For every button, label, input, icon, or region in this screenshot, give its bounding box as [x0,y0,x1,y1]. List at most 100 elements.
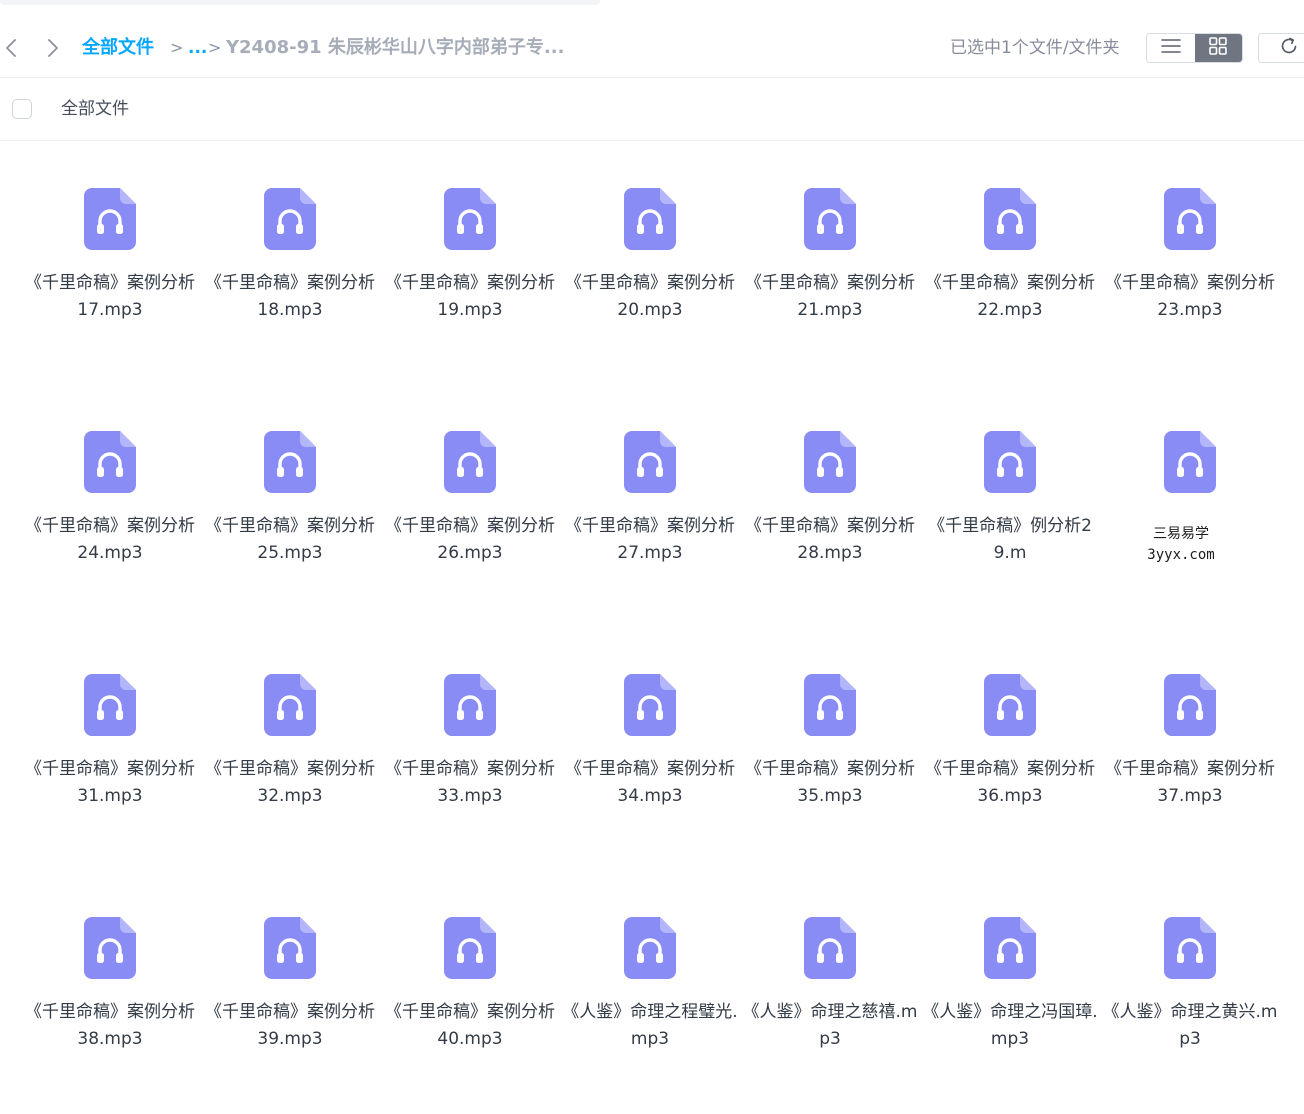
breadcrumb-current: Y2408-91 朱辰彬华山八字内部弟子专... [226,37,565,58]
audio-file-icon [624,674,676,736]
file-name: 《千里命稿》案例分析26.mp3 [385,516,555,563]
file-tile[interactable]: 《千里命稿》例分析29.m [920,385,1100,628]
audio-file-icon [984,431,1036,493]
file-tile[interactable]: 《人鉴》命理之慈禧.mp3 [740,871,920,1114]
file-tile[interactable]: 《千里命稿》案例分析24.mp3 [20,385,200,628]
list-view-icon [1160,38,1181,58]
audio-file-icon [984,917,1036,979]
file-name: 《千里命稿》案例分析39.mp3 [205,1002,375,1049]
file-tile[interactable]: 《千里命稿》案例分析37.mp3 [1100,628,1280,871]
file-tile[interactable]: 《千里命稿》案例分析39.mp3 [200,871,380,1114]
audio-file-icon [1164,917,1216,979]
file-tile[interactable]: 《千里命稿》案例分析18.mp3 [200,142,380,385]
file-tile[interactable]: 《千里命稿》案例分析32.mp3 [200,628,380,871]
back-button[interactable] [2,36,20,60]
file-grid: 《千里命稿》案例分析17.mp3 《千里命稿》案例分析18.mp3 《千里命稿》案例… [20,142,1304,1084]
file-name: 《千里命稿》案例分析35.mp3 [745,759,915,806]
audio-file-icon [444,917,496,979]
select-all-checkbox[interactable] [12,99,32,119]
grid-view-button[interactable] [1194,34,1242,62]
file-tile[interactable]: 《人鉴》命理之黄兴.mp3 [1100,871,1280,1114]
file-tile[interactable]: 《千里命稿》案例分析25.mp3 [200,385,380,628]
list-view-button[interactable] [1147,34,1195,62]
file-tile[interactable]: 《千里命稿》案例分析26.mp3 [380,385,560,628]
view-mode-toggle [1146,33,1243,63]
file-tile[interactable]: 《千里命稿》案例分析20.mp3 [560,142,740,385]
top-toolbar: 全部文件 > ... > Y2408-91 朱辰彬华山八字内部弟子专... 已选… [0,0,1304,78]
file-name: 《千里命稿》案例分析27.mp3 [565,516,735,563]
file-tile[interactable]: 《千里命稿》案例分析19.mp3 [380,142,560,385]
file-tile[interactable]: 《千里命稿》案例分析40.mp3 [380,871,560,1114]
file-tile[interactable]: 《千里命稿》案例分析17.mp3 [20,142,200,385]
file-tile[interactable]: 《千里命稿》案例分析22.mp3 [920,142,1100,385]
file-tile[interactable]: 《千里命稿》案例分析33.mp3 [380,628,560,871]
file-name: 《千里命稿》案例分析31.mp3 [25,759,195,806]
audio-file-icon [264,674,316,736]
file-name: 《人鉴》命理之冯国璋.mp3 [922,1002,1098,1049]
watermark-line: 3yyx.com [1147,547,1215,563]
file-name: 《千里命稿》案例分析37.mp3 [1105,759,1275,806]
file-name: 《人鉴》命理之黄兴.mp3 [1102,1002,1278,1049]
file-name: 《千里命稿》案例分析33.mp3 [385,759,555,806]
chevron-left-icon [5,38,17,58]
breadcrumb-separator: > [208,38,222,57]
watermark-line: 三易易学 [1153,526,1209,542]
audio-file-icon [804,188,856,250]
file-tile[interactable]: 《千里命稿》案例分析34.mp3 [560,628,740,871]
file-tile[interactable]: 《千里命稿》案例分析36.mp3 [920,628,1100,871]
audio-file-icon [444,431,496,493]
audio-file-icon [624,431,676,493]
audio-file-icon [444,674,496,736]
file-tile[interactable] [1100,385,1280,628]
audio-file-icon [804,917,856,979]
file-list-header: 全部文件 [0,79,1304,141]
file-tile[interactable]: 《千里命稿》案例分析27.mp3 [560,385,740,628]
file-tile[interactable]: 《千里命稿》案例分析38.mp3 [20,871,200,1114]
audio-file-icon [984,188,1036,250]
file-name: 《千里命稿》案例分析20.mp3 [565,273,735,320]
audio-file-icon [444,188,496,250]
file-name: 《人鉴》命理之慈禧.mp3 [742,1002,918,1049]
file-name: 《千里命稿》案例分析17.mp3 [25,273,195,320]
refresh-icon [1279,36,1299,60]
audio-file-icon [624,917,676,979]
audio-file-icon [984,674,1036,736]
file-name: 《千里命稿》案例分析32.mp3 [205,759,375,806]
file-tile[interactable]: 《人鉴》命理之程璧光.mp3 [560,871,740,1114]
top-tab-strip [0,0,600,5]
grid-view-icon [1209,37,1228,59]
file-tile[interactable]: 《千里命稿》案例分析35.mp3 [740,628,920,871]
forward-button[interactable] [44,36,62,60]
file-name: 《千里命稿》案例分析34.mp3 [565,759,735,806]
file-tile[interactable]: 《千里命稿》案例分析28.mp3 [740,385,920,628]
audio-file-icon [264,188,316,250]
file-name: 《千里命稿》案例分析40.mp3 [385,1002,555,1049]
file-tile[interactable]: 《千里命稿》案例分析23.mp3 [1100,142,1280,385]
audio-file-icon [1164,431,1216,493]
file-name: 《千里命稿》案例分析19.mp3 [385,273,555,320]
audio-file-icon [264,917,316,979]
file-name: 《千里命稿》案例分析36.mp3 [925,759,1095,806]
file-name: 《千里命稿》案例分析18.mp3 [205,273,375,320]
file-name: 《人鉴》命理之程璧光.mp3 [562,1002,738,1049]
refresh-button[interactable] [1258,33,1304,63]
file-name: 《千里命稿》例分析29.m [928,516,1092,563]
audio-file-icon [1164,188,1216,250]
audio-file-icon [84,917,136,979]
file-name: 《千里命稿》案例分析28.mp3 [745,516,915,563]
file-tile[interactable]: 《千里命稿》案例分析21.mp3 [740,142,920,385]
file-tile[interactable]: 《千里命稿》案例分析31.mp3 [20,628,200,871]
file-name: 《千里命稿》案例分析38.mp3 [25,1002,195,1049]
file-name: 《千里命稿》案例分析23.mp3 [1105,273,1275,320]
file-name: 《千里命稿》案例分析24.mp3 [25,516,195,563]
file-list-header-label: 全部文件 [61,99,129,119]
selection-status: 已选中1个文件/文件夹 [950,38,1120,58]
file-name: 《千里命稿》案例分析21.mp3 [745,273,915,320]
audio-file-icon [84,431,136,493]
audio-file-icon [84,674,136,736]
breadcrumb-ellipsis[interactable]: ... [188,36,207,60]
file-tile[interactable]: 《人鉴》命理之冯国璋.mp3 [920,871,1100,1114]
audio-file-icon [264,431,316,493]
breadcrumb-root[interactable]: 全部文件 [82,36,154,60]
chevron-right-icon [47,38,59,58]
